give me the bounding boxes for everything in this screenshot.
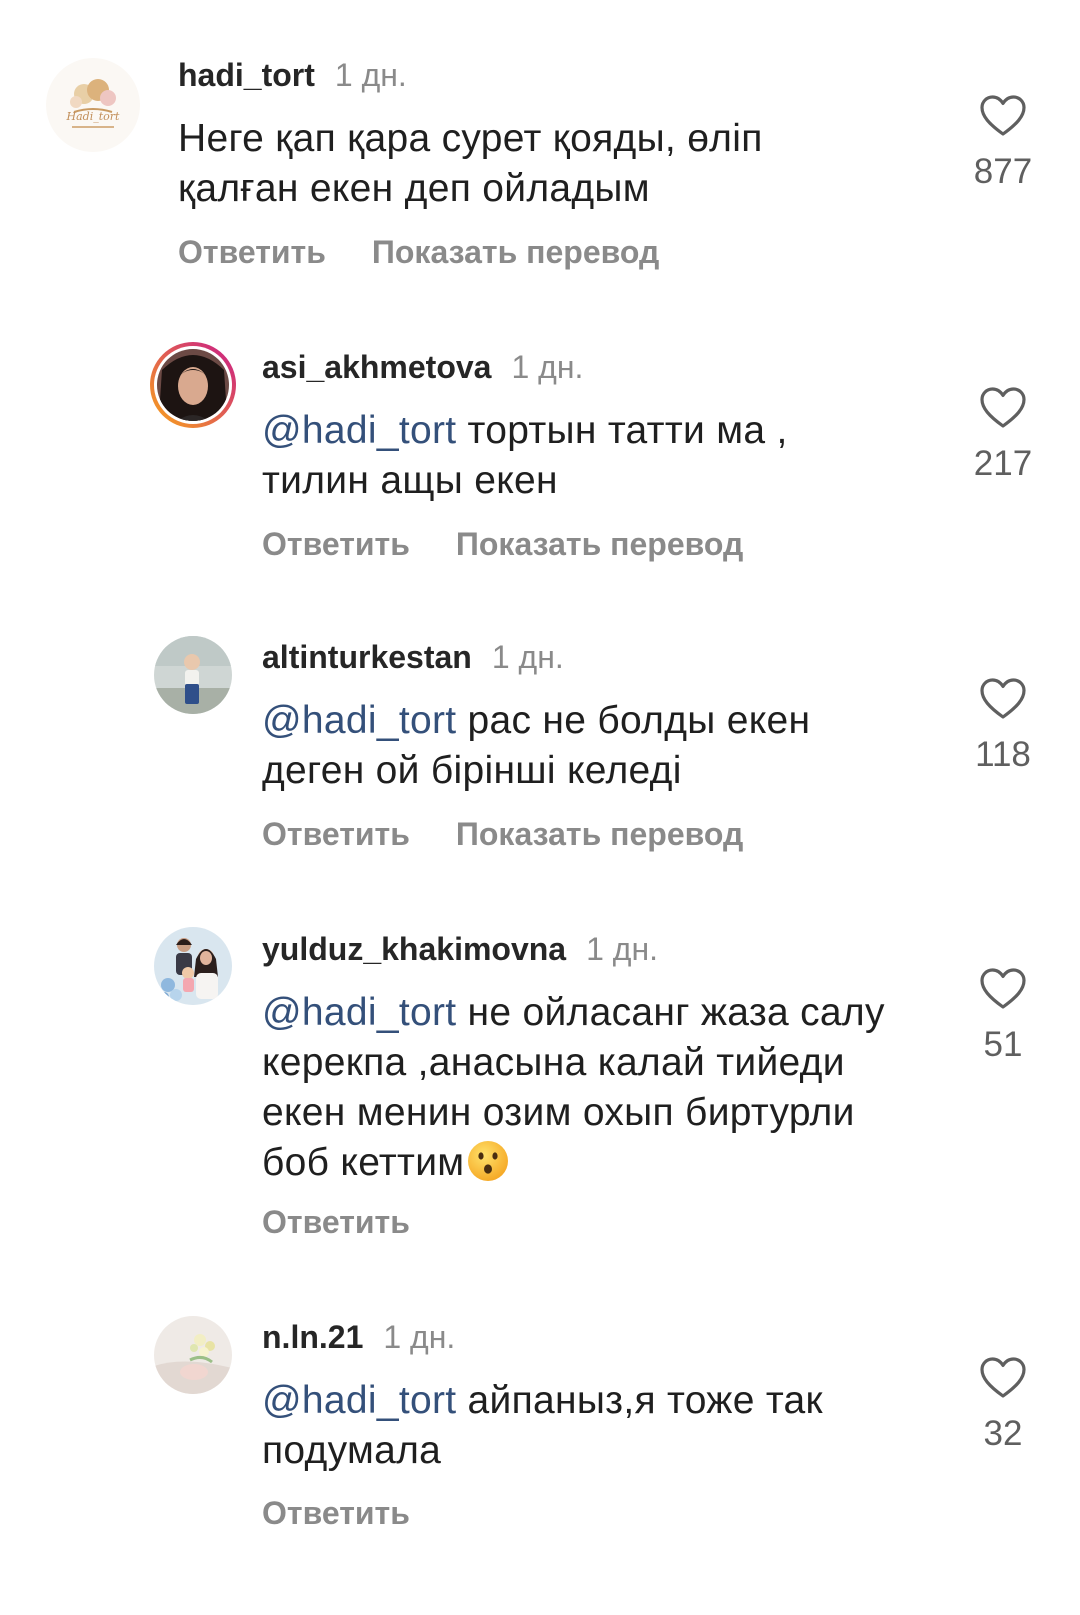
username[interactable]: altinturkestan — [262, 639, 472, 675]
comment-text: @hadi_tort тортын татти ма , тилин ащы е… — [262, 406, 872, 506]
comment-actions: Ответить Показать перевод — [178, 232, 659, 272]
reply-button[interactable]: Ответить — [262, 1495, 410, 1531]
comment-meta: hadi_tort 1 дн. — [178, 56, 407, 94]
flowers-photo-avatar[interactable] — [154, 1316, 232, 1394]
mention-link[interactable]: @hadi_tort — [262, 699, 456, 742]
username[interactable]: n.ln.21 — [262, 1319, 363, 1355]
show-translation-button[interactable]: Показать перевод — [372, 234, 659, 270]
comment-actions: Ответить Показать перевод — [262, 524, 743, 564]
reply-button[interactable]: Ответить — [262, 1204, 410, 1240]
mention-link[interactable]: @hadi_tort — [262, 409, 456, 452]
mention-link[interactable]: @hadi_tort — [262, 991, 456, 1034]
reply-button[interactable]: Ответить — [262, 526, 410, 562]
like-count: 32 — [983, 1414, 1023, 1453]
heart-icon[interactable] — [979, 677, 1027, 721]
like-count: 51 — [983, 1025, 1023, 1064]
hushed-face-emoji — [466, 1139, 510, 1196]
like-control: 877 — [958, 94, 1048, 192]
comment-text: @hadi_tort не ойласанг жаза салу керекпа… — [262, 988, 902, 1196]
timestamp: 1 дн. — [334, 57, 407, 93]
reply-button[interactable]: Ответить — [178, 234, 326, 270]
like-control: 51 — [958, 967, 1048, 1065]
comment-actions: Ответить — [262, 1202, 456, 1242]
like-control: 32 — [958, 1356, 1048, 1454]
like-count: 217 — [973, 444, 1033, 483]
heart-icon[interactable] — [979, 94, 1027, 138]
like-count: 118 — [975, 735, 1031, 774]
comment-text: @hadi_tort айпаныз,я тоже так подумала — [262, 1376, 882, 1476]
timestamp: 1 дн. — [383, 1319, 456, 1355]
like-control: 217 — [958, 386, 1048, 484]
username[interactable]: asi_akhmetova — [262, 349, 491, 385]
comment-meta: altinturkestan 1 дн. — [262, 638, 564, 676]
timestamp: 1 дн. — [586, 931, 659, 967]
timestamp: 1 дн. — [491, 639, 564, 675]
child-photo-avatar[interactable] — [154, 636, 232, 714]
like-control: 118 — [958, 677, 1048, 775]
comment-text: Неге қап қара сурет қояды, өліп қалған е… — [178, 114, 878, 214]
user-photo-avatar-with-story-ring[interactable] — [148, 340, 238, 430]
comment-meta: n.ln.21 1 дн. — [262, 1318, 455, 1356]
show-translation-button[interactable]: Показать перевод — [456, 526, 743, 562]
heart-icon[interactable] — [979, 967, 1027, 1011]
like-count: 877 — [973, 152, 1033, 191]
comment-actions: Ответить — [262, 1493, 456, 1533]
timestamp: 1 дн. — [511, 349, 584, 385]
heart-icon[interactable] — [979, 386, 1027, 430]
username[interactable]: hadi_tort — [178, 57, 315, 93]
hadi-tort-logo-avatar[interactable]: Hadi_tort — [46, 58, 140, 152]
comment-body: Неге қап қара сурет қояды, өліп қалған е… — [178, 117, 763, 210]
heart-icon[interactable] — [979, 1356, 1027, 1400]
mention-link[interactable]: @hadi_tort — [262, 1379, 456, 1422]
username[interactable]: yulduz_khakimovna — [262, 931, 566, 967]
svg-text:Hadi_tort: Hadi_tort — [66, 110, 121, 123]
comment-meta: asi_akhmetova 1 дн. — [262, 348, 583, 386]
comment-meta: yulduz_khakimovna 1 дн. — [262, 930, 658, 968]
show-translation-button[interactable]: Показать перевод — [456, 816, 743, 852]
family-photo-avatar[interactable] — [154, 927, 232, 1005]
reply-button[interactable]: Ответить — [262, 816, 410, 852]
comment-text: @hadi_tort рас не болды екен деген ой бі… — [262, 696, 882, 796]
comment-actions: Ответить Показать перевод — [262, 814, 743, 854]
